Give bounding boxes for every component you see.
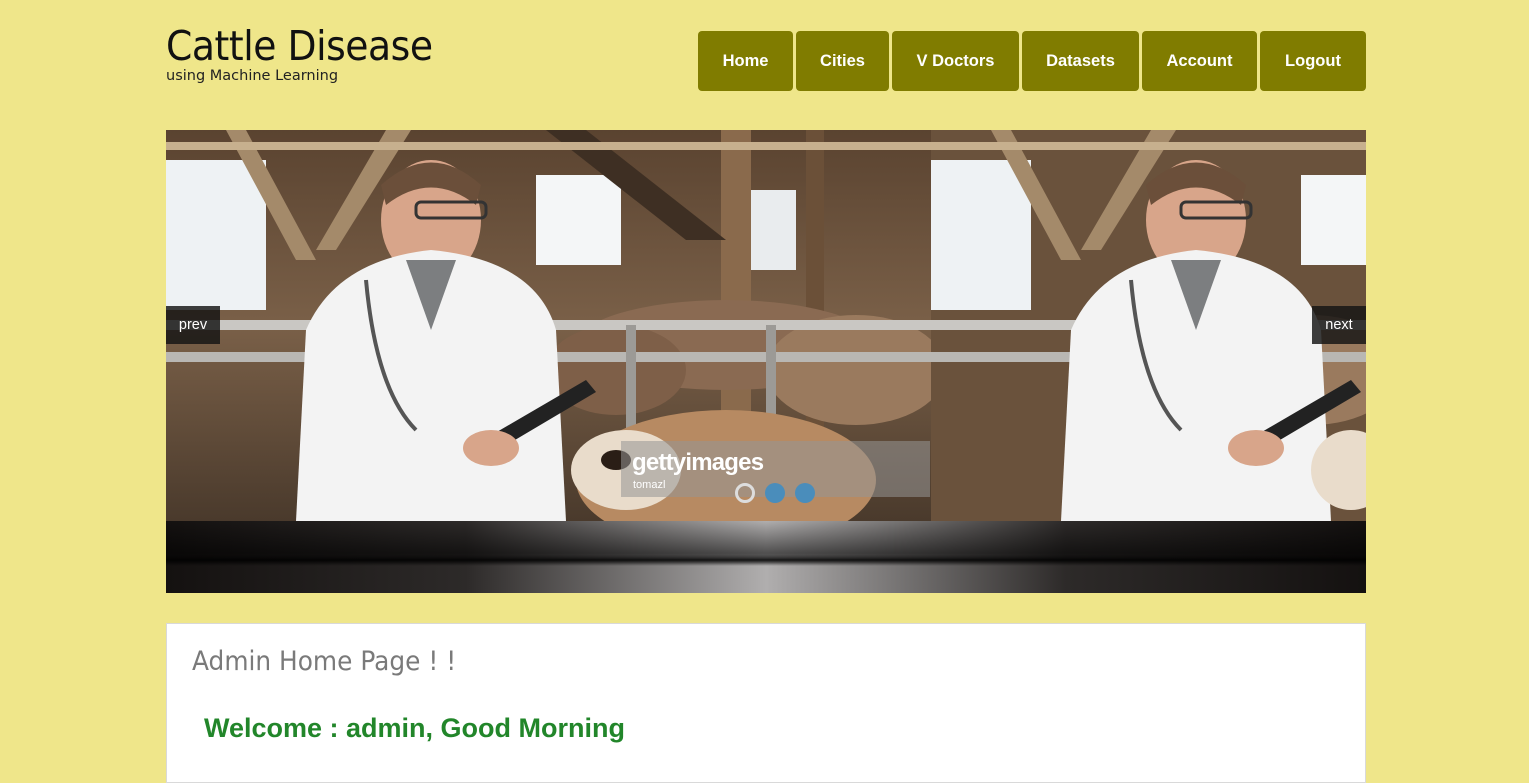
slider-pagination	[735, 483, 815, 503]
nav-logout-button[interactable]: Logout	[1260, 31, 1366, 91]
nav-account-button[interactable]: Account	[1142, 31, 1257, 91]
content-card: Admin Home Page ! ! Welcome : admin, Goo…	[166, 623, 1366, 783]
slider-dot-3[interactable]	[795, 483, 815, 503]
slider-reflection	[166, 521, 1366, 593]
site-logo[interactable]: Cattle Disease using Machine Learning	[166, 22, 456, 84]
slide-image-next	[931, 130, 1366, 521]
slider-prev-button[interactable]: prev	[166, 306, 220, 344]
slider-dot-2[interactable]	[765, 483, 785, 503]
slider-dot-1[interactable]	[735, 483, 755, 503]
welcome-message: Welcome : admin, Good Morning	[204, 713, 626, 743]
watermark-text: gettyimages	[632, 449, 764, 476]
main-nav: Home Cities V Doctors Datasets Account L…	[698, 31, 1366, 91]
watermark-credit: tomazl	[633, 479, 666, 491]
image-slider: gettyimages tomazl prev next	[166, 130, 1366, 593]
logo-subtitle: using Machine Learning	[166, 68, 339, 84]
logo-title: Cattle Disease	[166, 22, 433, 70]
nav-home-button[interactable]: Home	[698, 31, 793, 91]
page-title: Admin Home Page ! !	[192, 646, 457, 677]
nav-datasets-button[interactable]: Datasets	[1022, 31, 1139, 91]
nav-vdoctors-button[interactable]: V Doctors	[892, 31, 1019, 91]
slider-next-button[interactable]: next	[1312, 306, 1366, 344]
page-container: Cattle Disease using Machine Learning Ho…	[166, 0, 1366, 783]
nav-cities-button[interactable]: Cities	[796, 31, 889, 91]
